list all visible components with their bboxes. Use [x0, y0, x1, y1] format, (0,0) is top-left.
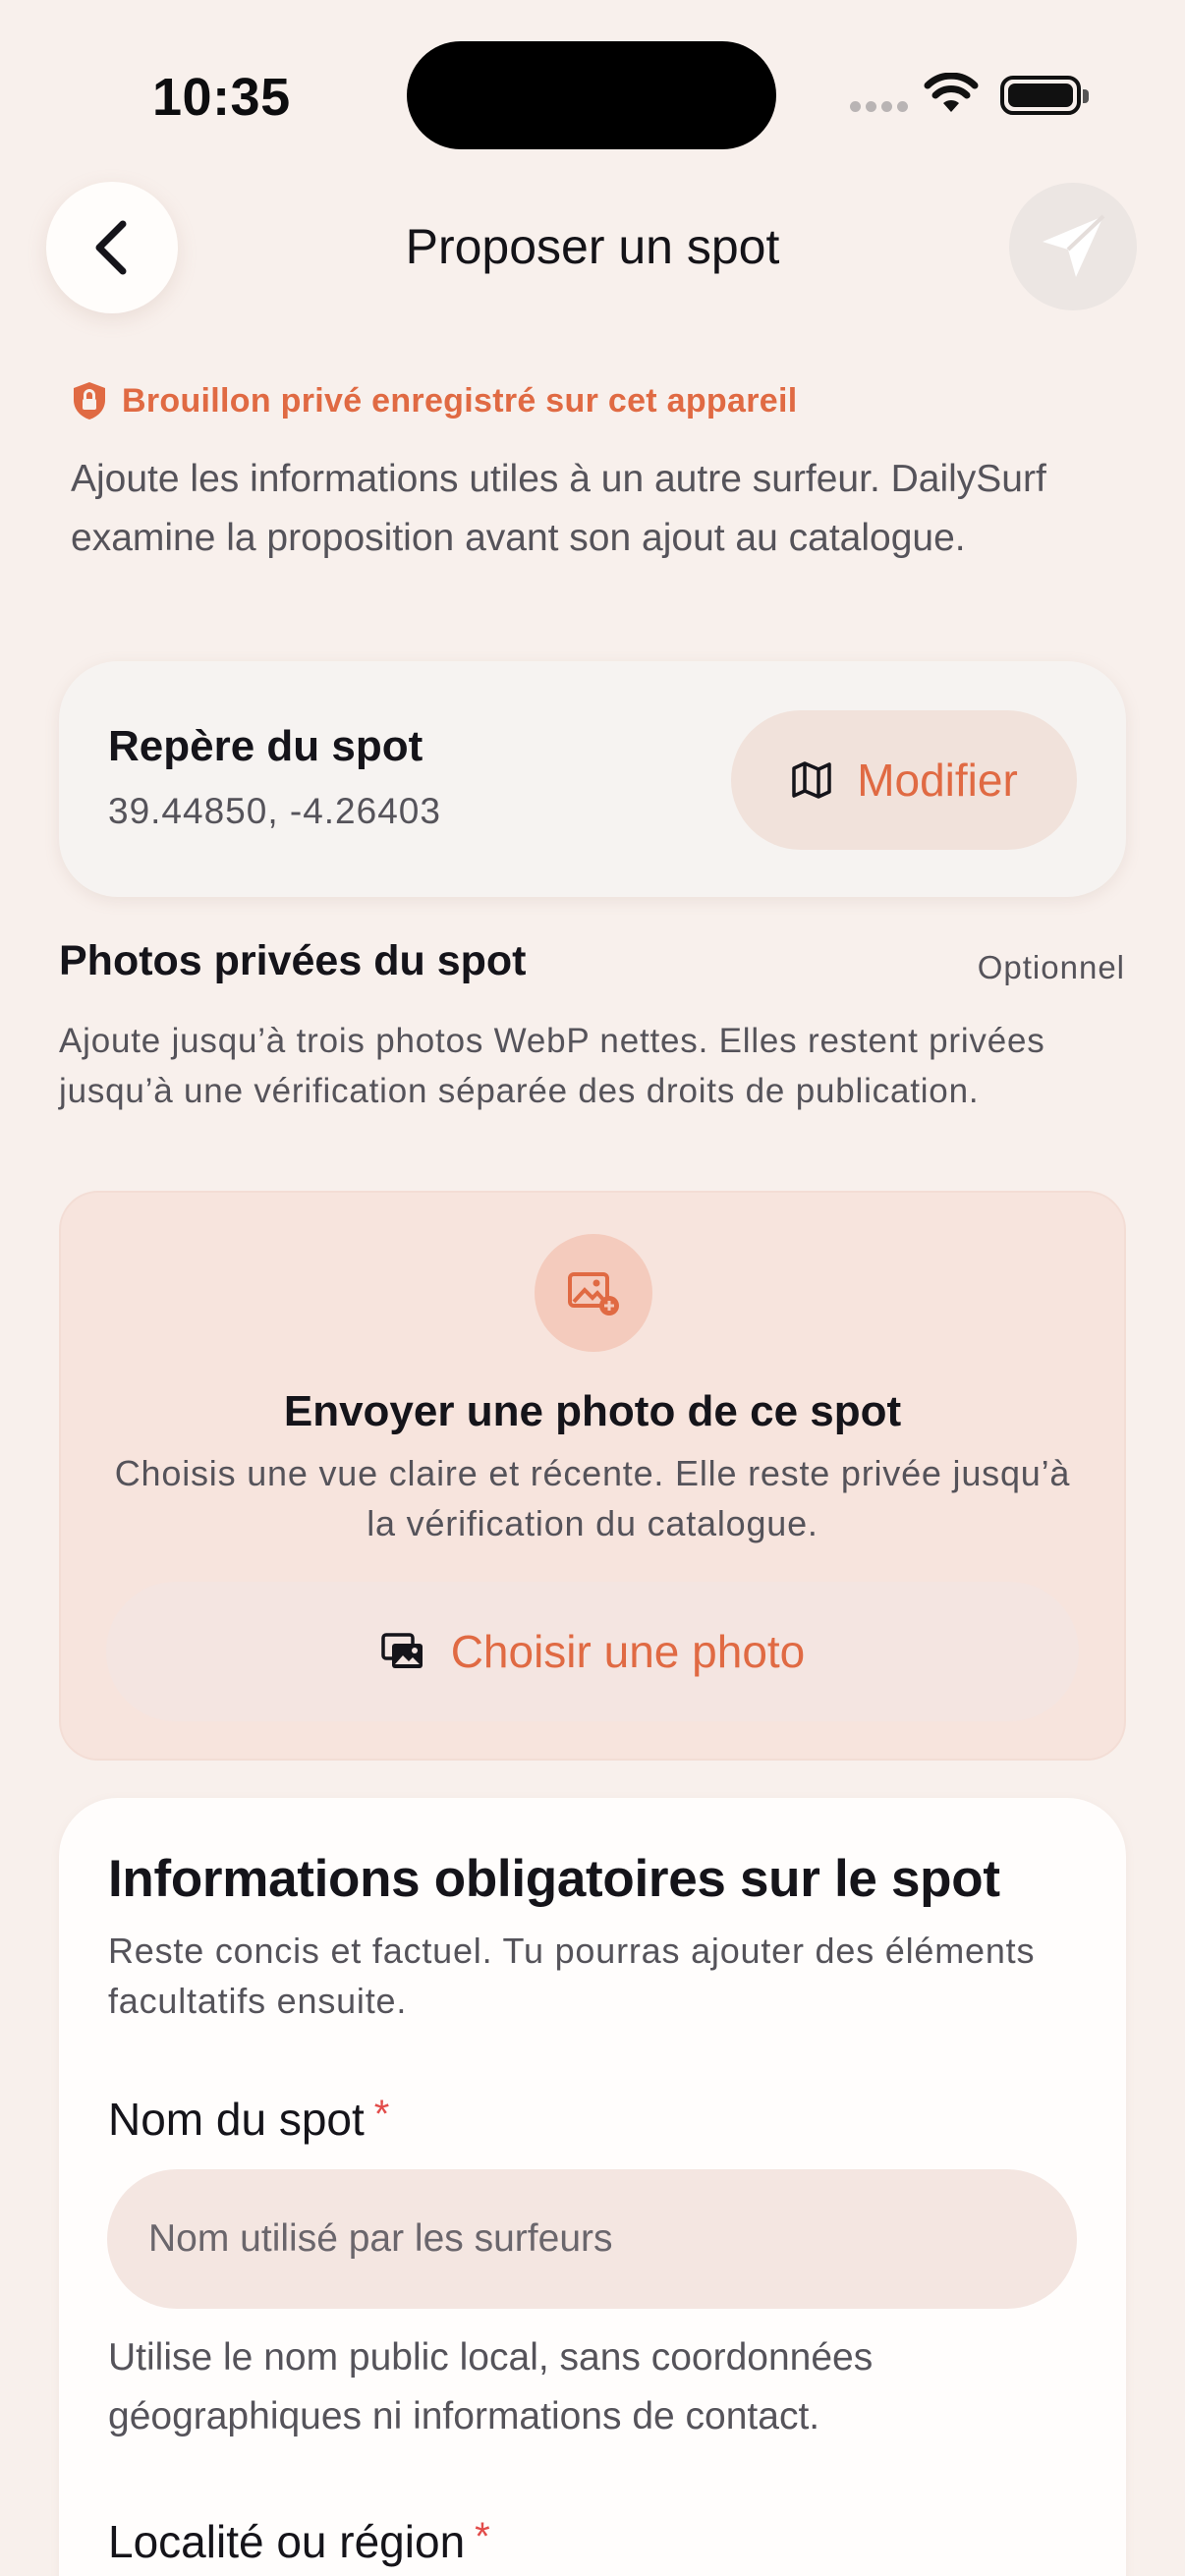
photos-description: Ajoute jusqu’à trois photos WebP nettes.… — [59, 1022, 1045, 1110]
required-marker: * — [373, 2093, 390, 2136]
location-coordinates: 39.44850, -4.26403 — [108, 791, 441, 831]
status-time: 10:35 — [152, 68, 291, 127]
spot-name-help: Utilise le nom public local, sans coordo… — [108, 2336, 874, 2437]
region-label-text: Localité ou région — [108, 2516, 466, 2567]
battery-icon — [1000, 76, 1089, 115]
choose-photo-label: Choisir une photo — [450, 1626, 806, 1677]
draft-notice: Brouillon privé enregistré sur cet appar… — [71, 380, 797, 421]
upload-title: Envoyer une photo de ce spot — [283, 1387, 902, 1435]
paper-plane-icon — [1043, 214, 1105, 277]
wifi-icon — [924, 73, 979, 112]
spot-name-label: Nom du spot * — [108, 2093, 389, 2146]
upload-description: Choisis une vue claire et récente. Elle … — [114, 1453, 1071, 1543]
dynamic-island — [407, 41, 776, 149]
required-info-description: Reste concis et factuel. Tu pourras ajou… — [108, 1931, 1036, 2021]
draft-notice-text: Brouillon privé enregistré sur cet appar… — [122, 381, 798, 420]
page-title: Proposer un spot — [405, 219, 780, 274]
photo-stack-icon — [380, 1633, 423, 1668]
location-card: Repère du spot 39.44850, -4.26403 Modifi… — [59, 661, 1126, 897]
modify-location-button[interactable]: Modifier — [731, 710, 1077, 850]
required-info-title: Informations obligatoires sur le spot — [108, 1850, 1000, 1908]
photo-upload-card[interactable]: Envoyer une photo de ce spot Choisis une… — [59, 1191, 1126, 1761]
region-label: Localité ou région * — [108, 2515, 490, 2568]
optional-label: Optionnel — [977, 949, 1125, 985]
modify-label: Modifier — [857, 755, 1018, 806]
spot-name-input[interactable] — [107, 2169, 1077, 2309]
image-add-icon — [535, 1234, 652, 1352]
choose-photo-button[interactable]: Choisir une photo — [106, 1582, 1079, 1721]
spot-name-label-text: Nom du spot — [108, 2094, 365, 2145]
shield-lock-icon — [74, 382, 105, 420]
required-marker: * — [475, 2515, 490, 2558]
status-bar: 10:35 — [0, 0, 1185, 149]
photos-heading: Photos privées du spot — [59, 937, 527, 984]
map-icon — [792, 761, 831, 799]
required-info-card: Informations obligatoires sur le spot Re… — [59, 1798, 1126, 2576]
cellular-signal-icon — [850, 101, 908, 112]
location-title: Repère du spot — [108, 722, 423, 770]
submit-button[interactable] — [1009, 183, 1137, 310]
intro-text: Ajoute les informations utiles à un autr… — [71, 458, 1046, 559]
